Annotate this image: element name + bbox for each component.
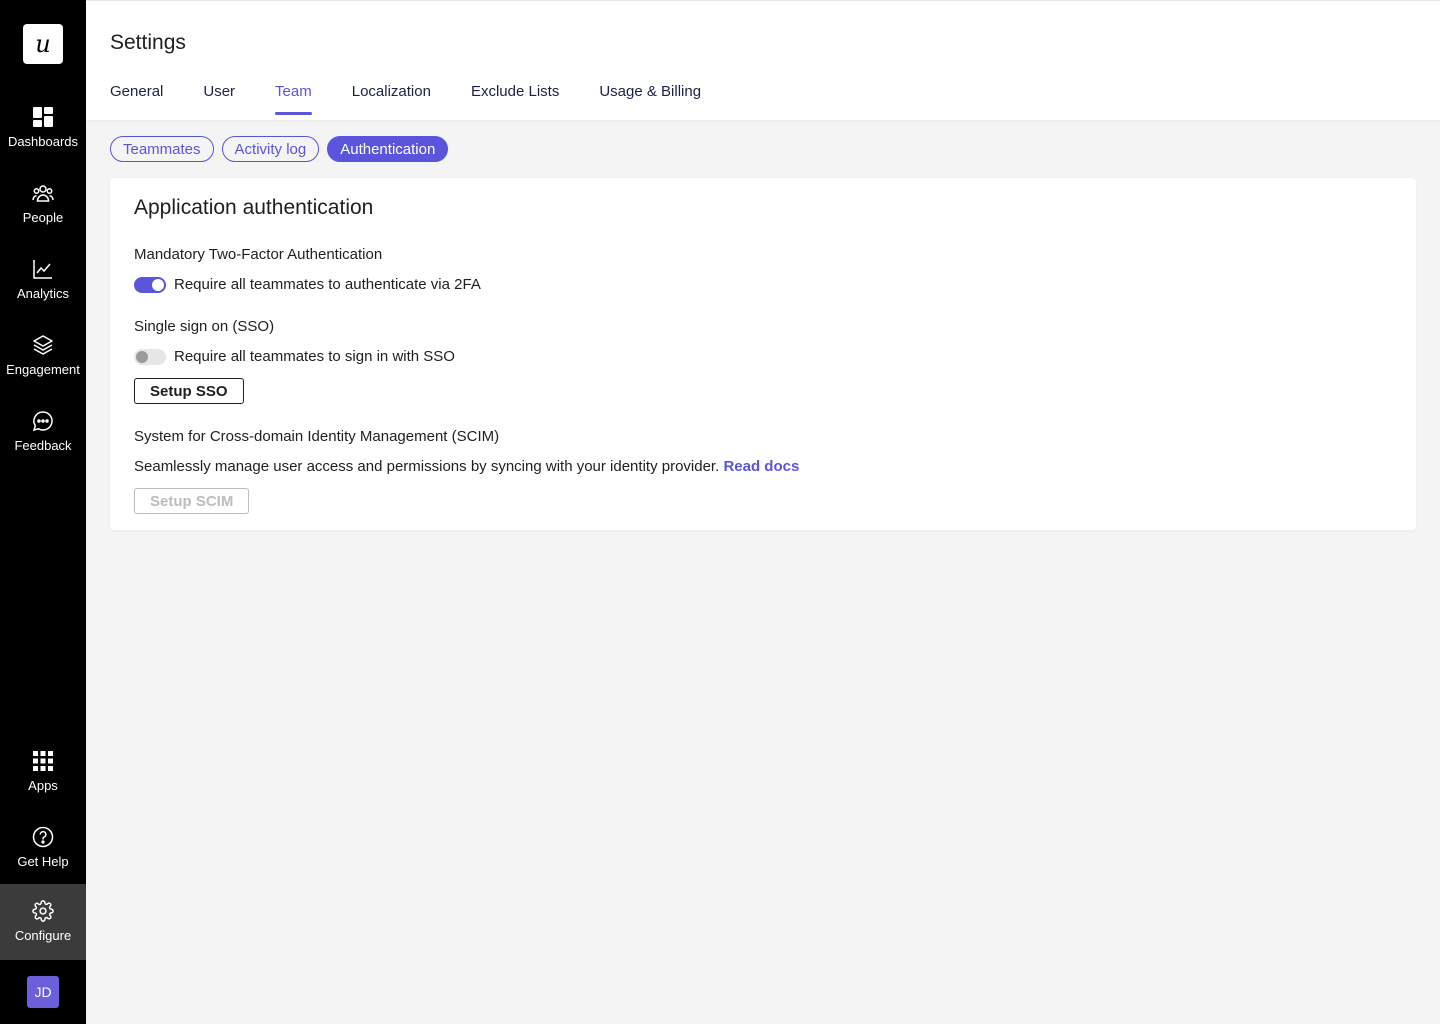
sidebar: u Dashboards People Analytics Engagement… (0, 0, 86, 1024)
team-subtabs: Teammates Activity log Authentication (110, 136, 456, 162)
subtab-authentication[interactable]: Authentication (327, 136, 449, 162)
sidebar-item-label: Engagement (6, 362, 80, 377)
sidebar-item-label: People (22, 210, 64, 225)
sidebar-item-label: Dashboards (7, 134, 79, 149)
sidebar-item-feedback[interactable]: Feedback (0, 404, 86, 480)
dashboard-grid-icon (32, 106, 54, 128)
sidebar-item-label: Feedback (14, 438, 72, 453)
scim-section-title: System for Cross-domain Identity Managem… (134, 428, 500, 445)
chat-bubble-icon (32, 410, 54, 432)
sso-toggle-label: Require all teammates to sign in with SS… (174, 348, 455, 365)
settings-header: Settings General User Team Localization … (86, 0, 1440, 120)
sso-section-title: Single sign on (SSO) (134, 318, 275, 335)
subtab-teammates[interactable]: Teammates (110, 136, 214, 162)
subtab-activity-log[interactable]: Activity log (221, 136, 320, 162)
sidebar-item-people[interactable]: People (0, 176, 86, 252)
sidebar-item-apps[interactable]: Apps (0, 744, 86, 820)
sidebar-item-label: Apps (28, 778, 58, 793)
sidebar-item-analytics[interactable]: Analytics (0, 252, 86, 328)
card-title: Application authentication (134, 196, 374, 219)
sso-toggle[interactable] (134, 348, 166, 365)
app-logo[interactable]: u (23, 24, 63, 64)
people-icon (32, 182, 54, 204)
gear-icon (32, 900, 54, 922)
tab-usage-billing[interactable]: Usage & Billing (599, 83, 701, 115)
tfa-toggle-label: Require all teammates to authenticate vi… (174, 276, 481, 293)
page-title: Settings (110, 31, 186, 54)
scim-description: Seamlessly manage user access and permis… (134, 458, 720, 475)
setup-scim-button[interactable]: Setup SCIM (134, 488, 250, 514)
chart-line-icon (32, 258, 54, 280)
tab-user[interactable]: User (203, 83, 235, 115)
sidebar-item-label: Configure (14, 928, 72, 943)
tab-general[interactable]: General (110, 83, 163, 115)
sidebar-item-label: Get Help (17, 854, 69, 869)
sidebar-item-dashboards[interactable]: Dashboards (0, 100, 86, 176)
layers-icon (32, 334, 54, 356)
apps-grid-icon (32, 750, 54, 772)
sidebar-item-label: Analytics (16, 286, 70, 301)
read-docs-link[interactable]: Read docs (723, 458, 799, 475)
help-icon (32, 826, 54, 848)
settings-tabs: General User Team Localization Exclude L… (110, 83, 741, 115)
sidebar-item-configure[interactable]: Configure (0, 884, 86, 960)
authentication-card: Application authentication Mandatory Two… (110, 178, 1416, 530)
tab-exclude-lists[interactable]: Exclude Lists (471, 83, 559, 115)
tfa-toggle[interactable] (134, 276, 166, 293)
tfa-section-title: Mandatory Two-Factor Authentication (134, 246, 383, 263)
scim-description-row: Seamlessly manage user access and permis… (134, 458, 799, 475)
setup-sso-button[interactable]: Setup SSO (134, 378, 244, 404)
avatar[interactable]: JD (27, 976, 59, 1008)
sidebar-item-engagement[interactable]: Engagement (0, 328, 86, 404)
tfa-toggle-row: Require all teammates to authenticate vi… (134, 276, 481, 293)
sso-toggle-row: Require all teammates to sign in with SS… (134, 348, 455, 365)
tab-localization[interactable]: Localization (352, 83, 431, 115)
tab-team[interactable]: Team (275, 83, 312, 115)
